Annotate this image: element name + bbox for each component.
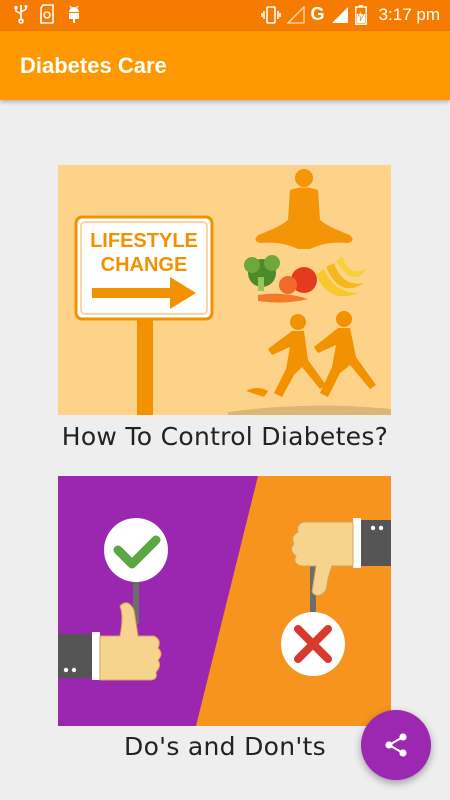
android-debug-icon	[69, 5, 79, 23]
share-button[interactable]	[361, 710, 431, 780]
status-time: 3:17 pm	[378, 4, 440, 24]
app-title: Diabetes Care	[20, 53, 167, 78]
card-dos-and-donts[interactable]: Do's and Don'ts	[58, 476, 391, 761]
status-bar: G 3:17 pm	[0, 0, 450, 31]
sign-text-line-1: LIFESTYLE	[90, 230, 198, 252]
vibrate-icon	[260, 5, 281, 24]
lifestyle-change-image[interactable]: LIFESTYLE CHANGE	[58, 165, 391, 415]
signal-empty-icon	[286, 5, 305, 24]
share-icon	[385, 733, 407, 757]
signal-icon	[331, 6, 348, 23]
card-how-to-control[interactable]: LIFESTYLE CHANGE How To Control Diabetes…	[58, 165, 391, 451]
card-label-how-to-control[interactable]: How To Control Diabetes?	[0, 422, 450, 451]
sd-card-icon	[40, 4, 54, 24]
battery-charging-icon	[354, 4, 367, 25]
dos-and-donts-image[interactable]	[58, 476, 391, 726]
network-type: G	[310, 4, 325, 24]
usb-icon	[14, 5, 28, 24]
sign-text-line-2: CHANGE	[101, 254, 188, 276]
app-bar: Diabetes Care	[0, 31, 450, 100]
